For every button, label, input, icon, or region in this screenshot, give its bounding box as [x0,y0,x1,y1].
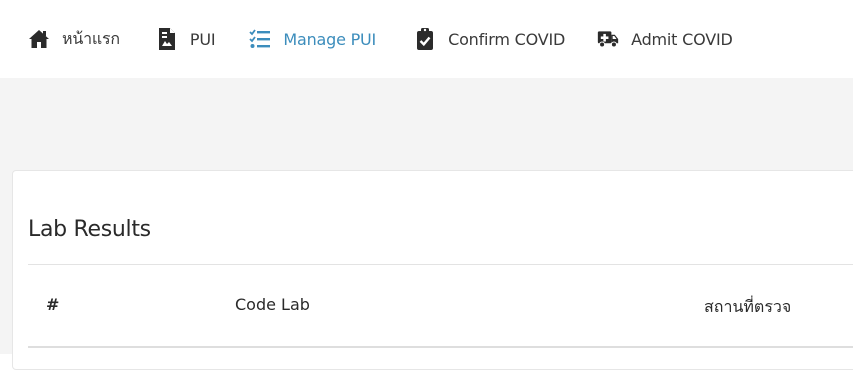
clipboard-check-icon [414,26,436,52]
nav-item-manage-pui[interactable]: Manage PUI [249,19,376,59]
ambulance-icon [597,26,619,52]
column-header-code-lab[interactable]: Code Lab [235,295,310,314]
top-navigation: หน้าแรก PUI Manage PUI Confirm COVID Adm… [0,0,853,78]
nav-item-confirm-covid[interactable]: Confirm COVID [414,19,565,59]
nav-item-home[interactable]: หน้าแรก [28,19,120,59]
nav-item-label: PUI [189,29,216,49]
card-title: Lab Results [28,217,151,242]
column-header-lab-location[interactable]: สถานที่ตรวจ [704,295,791,320]
nav-item-label: Manage PUI [283,29,377,49]
nav-item-pui[interactable]: PUI [156,19,216,59]
document-icon [156,26,178,52]
nav-item-admit-covid[interactable]: Admit COVID [597,19,733,59]
lab-results-table-header: # Code Lab สถานที่ตรวจ [28,265,853,345]
lab-results-card: Lab Results # Code Lab สถานที่ตรวจ [12,170,853,370]
column-header-number[interactable]: # [46,295,59,314]
checklist-icon [249,26,271,52]
nav-item-label: Confirm COVID [448,29,566,49]
table-header-divider [28,346,853,348]
nav-item-label: Admit COVID [631,29,733,49]
home-icon [28,26,50,52]
nav-item-label: หน้าแรก [62,28,120,48]
